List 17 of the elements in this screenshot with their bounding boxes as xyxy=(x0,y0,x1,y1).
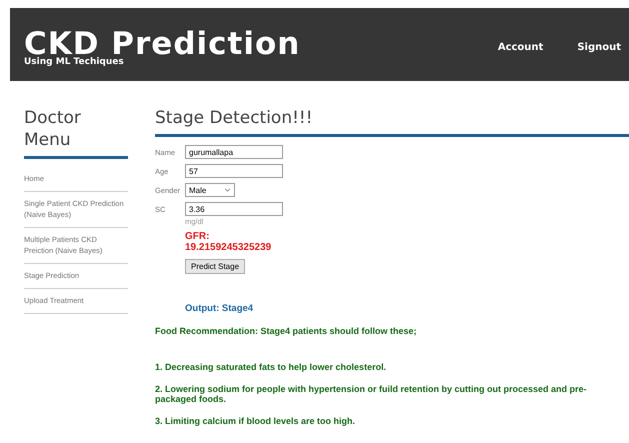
gender-select[interactable]: Male xyxy=(185,183,235,197)
input-field[interactable]: 3.36 xyxy=(185,202,283,216)
predict-button[interactable]: Predict Stage xyxy=(185,259,246,274)
sidebar-title: Doctor Menu xyxy=(24,107,82,151)
caret-icon xyxy=(224,188,231,192)
recommendation-item: 3. Limiting calcium if blood levels are too high. xyxy=(155,416,356,426)
recommendation-item: 1. Decreasing saturated fats to help lower cholesterol. xyxy=(155,362,388,372)
input-field[interactable]: 57 xyxy=(185,164,283,178)
input-field[interactable]: gurumallapa xyxy=(185,145,283,159)
output-result: Output: Stage4 xyxy=(185,303,254,314)
select-value: Male xyxy=(189,186,206,194)
recommendation-item: 2. Lowering sodium for people with hypertension or fuild retention by cutting out processed and pre-packaged foods. xyxy=(155,384,588,404)
nav-link[interactable]: Signout xyxy=(577,42,621,53)
gfr-result: GFR: 19.2159245325239 xyxy=(185,231,272,253)
page-title: Stage Detection!!! xyxy=(155,107,314,129)
nav-link[interactable]: Account xyxy=(498,42,544,53)
recommendation-text: Food Recommendation: Stage4 patients should follow these; xyxy=(155,326,418,336)
